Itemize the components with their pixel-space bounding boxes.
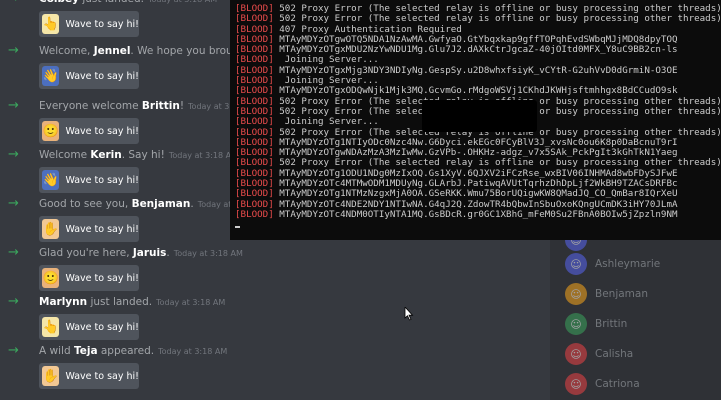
message-username[interactable]: Jennel (94, 45, 131, 57)
member-name: Catriona (595, 378, 640, 390)
avatar: ☺ (565, 283, 587, 305)
message-username[interactable]: Jaruis (133, 247, 167, 259)
log-tag: [BLOOD] (235, 208, 274, 220)
terminal-cursor (235, 226, 240, 229)
wave-button[interactable]: 👋 Wave to say hi! (39, 167, 139, 193)
system-message: → Marlynn just landed. Today at 3:18 AM 👆 Wa… (0, 295, 560, 347)
wave-button[interactable]: 🙂 Wave to say hi! (39, 118, 139, 144)
message-suffix: appeared. (97, 345, 155, 357)
message-username[interactable]: Benjaman (132, 198, 191, 210)
member-item[interactable]: ☺ Catriona (565, 372, 640, 396)
message-username[interactable]: Kerin (90, 149, 121, 161)
message-suffix: . (190, 198, 194, 210)
wave-sticker-icon: 👆 (42, 317, 60, 337)
wave-sticker-icon: 👋 (42, 170, 60, 190)
avatar: ☺ (565, 253, 587, 275)
wave-button[interactable]: 👋 Wave to say hi! (39, 63, 139, 89)
member-name: Brittin (595, 318, 628, 330)
message-username[interactable]: Colbey (39, 0, 79, 5)
wave-sticker-icon: ✋ (42, 366, 60, 386)
join-arrow-icon: → (8, 343, 19, 358)
wave-button[interactable]: 👆 Wave to say hi! (39, 314, 139, 340)
wave-button-label: Wave to say hi! (65, 321, 139, 333)
wave-button[interactable]: ✋ Wave to say hi! (39, 216, 139, 242)
member-name: Calisha (595, 348, 634, 360)
message-prefix: Welcome (39, 149, 91, 161)
message-timestamp: Today at 3:18 AM (173, 249, 243, 258)
message-text: Colbey just landed. Today at 3:18 AM (39, 0, 217, 7)
wave-sticker-icon: 🙂 (42, 121, 60, 141)
message-prefix: A wild (39, 345, 74, 357)
message-timestamp: Today at 3:18 AM (148, 0, 217, 4)
message-timestamp: Today at 3:18 AM (158, 347, 228, 356)
message-text: Marlynn just landed. Today at 3:18 AM (39, 295, 225, 310)
message-suffix: . (166, 247, 170, 259)
message-suffix: just landed. (87, 296, 153, 308)
wave-button[interactable]: 👆 Wave to say hi! (39, 11, 139, 37)
message-prefix: Welcome, (39, 45, 94, 57)
message-username[interactable]: Teja (74, 345, 98, 357)
wave-button[interactable]: ✋ Wave to say hi! (39, 363, 139, 389)
wave-button-label: Wave to say hi! (65, 125, 139, 137)
member-name: Benjaman (595, 288, 648, 300)
system-message: → Glad you're here, Jaruis. Today at 3:18 … (0, 246, 560, 298)
message-suffix: ! (179, 100, 185, 112)
join-arrow-icon: → (8, 294, 19, 309)
wave-sticker-icon: 👆 (42, 14, 60, 34)
join-arrow-icon: → (8, 43, 19, 58)
wave-sticker-icon: 🙂 (42, 268, 60, 288)
wave-button-label: Wave to say hi! (65, 223, 139, 235)
redaction-box (422, 100, 537, 132)
member-item[interactable]: ☺ Brittin (565, 312, 627, 336)
avatar: ☺ (565, 373, 587, 395)
wave-button-label: Wave to say hi! (65, 174, 139, 186)
message-text: Everyone welcome Brittin! Today at 3:18 A… (39, 99, 257, 114)
wave-sticker-icon: ✋ (42, 219, 60, 239)
system-message: → A wild Teja appeared. Today at 3:18 AM ✋ W… (0, 344, 560, 396)
wave-button-label: Wave to say hi! (65, 70, 139, 82)
message-timestamp: Today at 3:18 AM (156, 298, 226, 307)
avatar: ☺ (565, 343, 587, 365)
join-arrow-icon: → (8, 196, 19, 211)
join-arrow-icon: → (8, 0, 19, 6)
mouse-cursor-icon (404, 307, 414, 321)
join-arrow-icon: → (8, 245, 19, 260)
wave-button-label: Wave to say hi! (65, 272, 139, 284)
message-prefix: Glad you're here, (39, 247, 133, 259)
message-prefix: Good to see you, (39, 198, 132, 210)
wave-button-label: Wave to say hi! (65, 370, 139, 382)
member-item[interactable]: ☺ Benjaman (565, 282, 648, 306)
join-arrow-icon: → (8, 98, 19, 113)
wave-button[interactable]: 🙂 Wave to say hi! (39, 265, 139, 291)
member-list: ☺ ☺ Ashleymarie ☺ Benjaman ☺ Brittin ☺ Calisha ☺ C… (550, 229, 721, 400)
log-text: MTAyMDYzOTc4NDM0OTIyNTA1MQ.GsBDcR.gr0GC1… (273, 208, 678, 220)
member-item[interactable]: ☺ Calisha (565, 342, 633, 366)
avatar: ☺ (565, 313, 587, 335)
terminal-line: [BLOOD] MTAyMDYzOTc4NDM0OTIyNTA1MQ.GsBDc… (235, 208, 721, 220)
message-suffix: just landed. (79, 0, 144, 5)
message-timestamp: Today at 3:18 AM (168, 151, 238, 160)
member-item[interactable]: ☺ Ashleymarie (565, 252, 660, 276)
join-arrow-icon: → (8, 147, 19, 162)
message-username[interactable]: Marlynn (39, 296, 87, 308)
message-text: Welcome Kerin. Say hi! Today at 3:18 AM (39, 148, 238, 163)
wave-sticker-icon: 👋 (42, 66, 60, 86)
message-suffix: . Say hi! (121, 149, 165, 161)
member-name: Ashleymarie (595, 258, 661, 270)
message-text: Glad you're here, Jaruis. Today at 3:18 A… (39, 246, 243, 261)
wave-button-label: Wave to say hi! (65, 18, 139, 30)
message-username[interactable]: Brittin (142, 100, 180, 112)
message-prefix: Everyone welcome (39, 100, 142, 112)
message-text: A wild Teja appeared. Today at 3:18 AM (39, 344, 227, 359)
